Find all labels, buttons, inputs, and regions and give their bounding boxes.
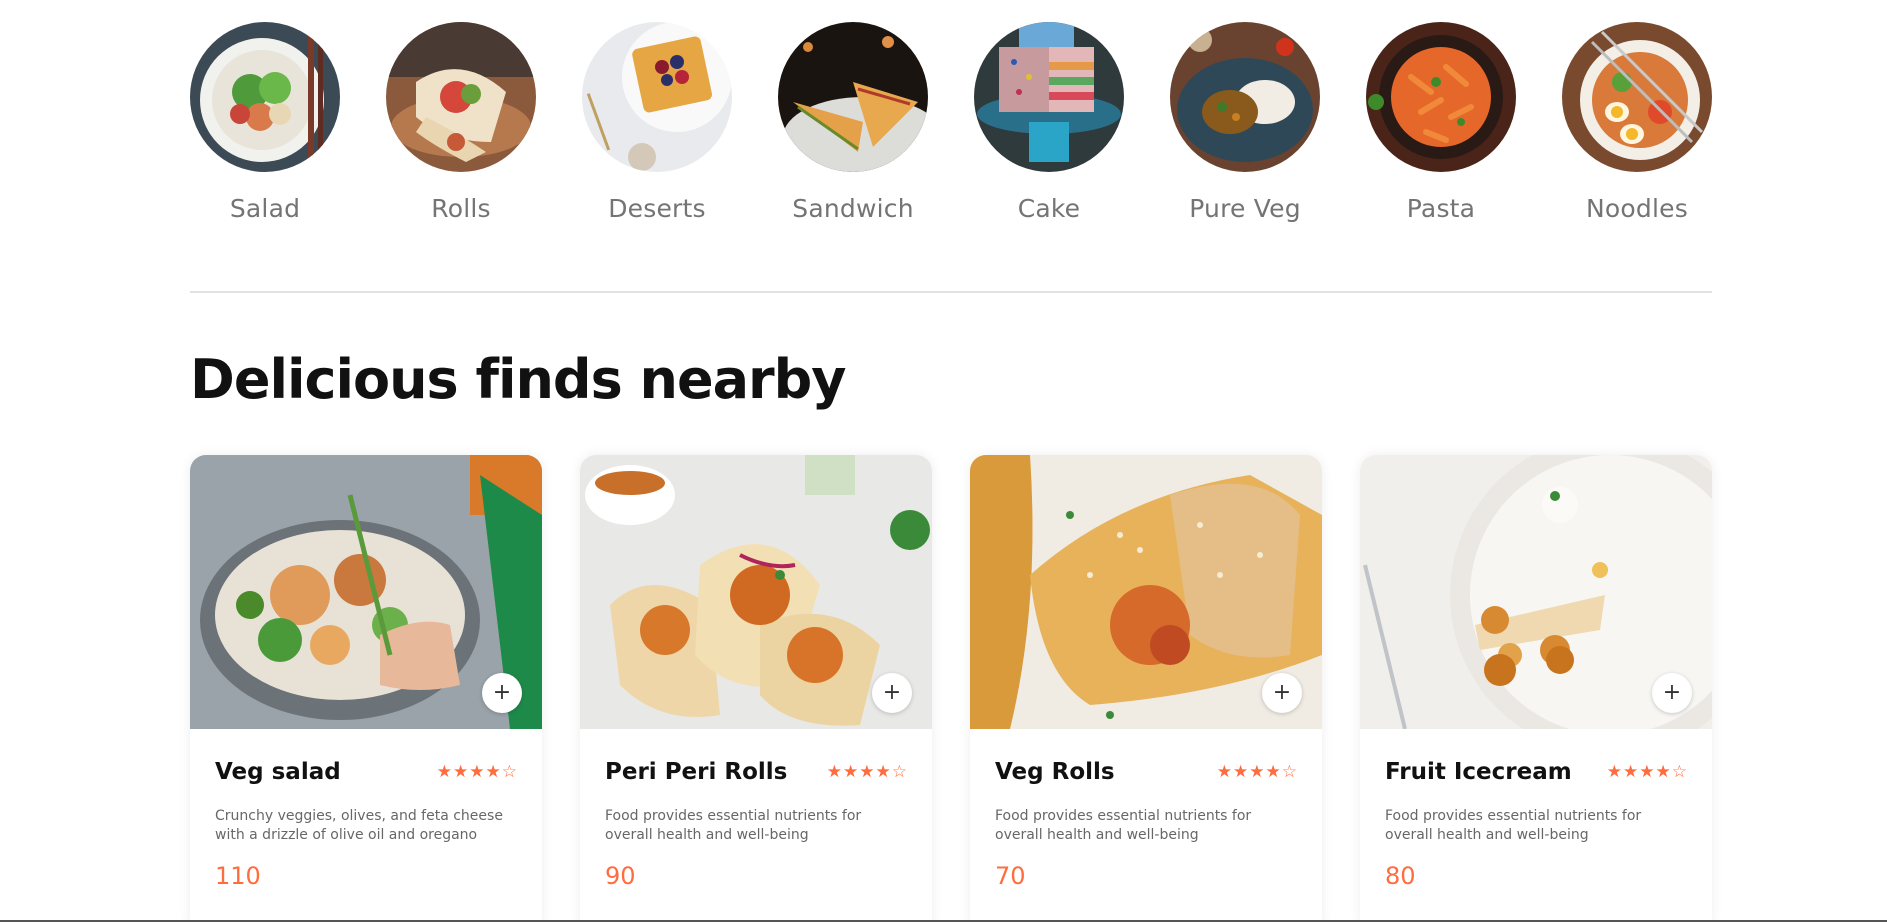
main-container: Salad Rolls Deserts Sandwich Cake Pure V…	[190, 0, 1712, 922]
star-filled-icon: ★	[1606, 762, 1622, 782]
food-name: Fruit Icecream	[1385, 759, 1572, 785]
food-description: Crunchy veggies, olives, and feta cheese…	[215, 808, 503, 843]
food-image: +	[190, 455, 542, 729]
category-cake[interactable]: Cake	[974, 22, 1124, 223]
star-filled-icon: ★	[826, 762, 842, 782]
category-label: Cake	[1017, 194, 1081, 223]
food-name: Veg Rolls	[995, 759, 1115, 785]
category-sandwich[interactable]: Sandwich	[778, 22, 928, 223]
salad-image	[190, 22, 340, 172]
food-price: 110	[215, 862, 261, 890]
star-filled-icon: ★	[1623, 762, 1639, 782]
food-description: Food provides essential nutrients for ov…	[1385, 808, 1642, 843]
star-filled-icon: ★	[1233, 762, 1249, 782]
star-empty-icon: ☆	[1671, 762, 1687, 782]
star-empty-icon: ☆	[891, 762, 907, 782]
add-to-cart-button[interactable]: +	[872, 673, 912, 713]
rating-stars: ★ ★ ★ ★ ☆	[1607, 762, 1687, 782]
food-card-list: + Veg salad ★ ★ ★ ★ ☆ Crunchy veggies, olive…	[190, 455, 1712, 922]
category-label: Pasta	[1406, 194, 1476, 223]
food-image: +	[580, 455, 932, 729]
category-label: Noodles	[1586, 194, 1688, 223]
star-empty-icon: ☆	[1281, 762, 1297, 782]
star-filled-icon: ★	[1216, 762, 1232, 782]
food-name: Veg salad	[215, 759, 341, 785]
sandwich-image	[778, 22, 928, 172]
food-image: +	[970, 455, 1322, 729]
category-label: Deserts	[608, 194, 706, 223]
pure-veg-image	[1170, 22, 1320, 172]
star-filled-icon: ★	[1639, 762, 1655, 782]
category-label: Rolls	[431, 194, 491, 223]
rating-stars: ★ ★ ★ ★ ☆	[437, 762, 517, 782]
star-filled-icon: ★	[1265, 762, 1281, 782]
category-pasta[interactable]: Pasta	[1366, 22, 1516, 223]
pasta-image	[1366, 22, 1516, 172]
category-noodles[interactable]: Noodles	[1562, 22, 1712, 223]
star-filled-icon: ★	[1655, 762, 1671, 782]
section-divider	[190, 291, 1712, 293]
star-filled-icon: ★	[1249, 762, 1265, 782]
category-label: Pure Veg	[1189, 194, 1301, 223]
rating-stars: ★ ★ ★ ★ ☆	[827, 762, 907, 782]
star-filled-icon: ★	[453, 762, 469, 782]
add-to-cart-button[interactable]: +	[1652, 673, 1692, 713]
food-description: Food provides essential nutrients for ov…	[605, 808, 862, 843]
star-filled-icon: ★	[485, 762, 501, 782]
food-card[interactable]: + Veg Rolls ★ ★ ★ ★ ☆ Food provides essentia…	[970, 455, 1322, 922]
food-price: 80	[1385, 862, 1416, 890]
category-label: Salad	[229, 194, 301, 223]
star-filled-icon: ★	[469, 762, 485, 782]
section-title: Delicious finds nearby	[190, 348, 847, 411]
rating-stars: ★ ★ ★ ★ ☆	[1217, 762, 1297, 782]
add-to-cart-button[interactable]: +	[482, 673, 522, 713]
add-to-cart-button[interactable]: +	[1262, 673, 1302, 713]
food-price: 90	[605, 862, 636, 890]
category-pure-veg[interactable]: Pure Veg	[1170, 22, 1320, 223]
category-label: Sandwich	[792, 194, 914, 223]
food-card[interactable]: + Peri Peri Rolls ★ ★ ★ ★ ☆ Food provides es…	[580, 455, 932, 922]
star-filled-icon: ★	[875, 762, 891, 782]
food-image: +	[1360, 455, 1712, 729]
star-empty-icon: ☆	[501, 762, 517, 782]
food-price: 70	[995, 862, 1026, 890]
food-card[interactable]: + Fruit Icecream ★ ★ ★ ★ ☆ Food provides ess…	[1360, 455, 1712, 922]
food-description: Food provides essential nutrients for ov…	[995, 808, 1252, 843]
noodles-image	[1562, 22, 1712, 172]
star-filled-icon: ★	[436, 762, 452, 782]
star-filled-icon: ★	[859, 762, 875, 782]
star-filled-icon: ★	[843, 762, 859, 782]
cake-image	[974, 22, 1124, 172]
category-salad[interactable]: Salad	[190, 22, 340, 223]
deserts-image	[582, 22, 732, 172]
category-menu: Salad Rolls Deserts Sandwich Cake Pure V…	[190, 0, 1712, 223]
food-card[interactable]: + Veg salad ★ ★ ★ ★ ☆ Crunchy veggies, olive…	[190, 455, 542, 922]
rolls-image	[386, 22, 536, 172]
food-name: Peri Peri Rolls	[605, 759, 788, 785]
category-rolls[interactable]: Rolls	[386, 22, 536, 223]
category-deserts[interactable]: Deserts	[582, 22, 732, 223]
